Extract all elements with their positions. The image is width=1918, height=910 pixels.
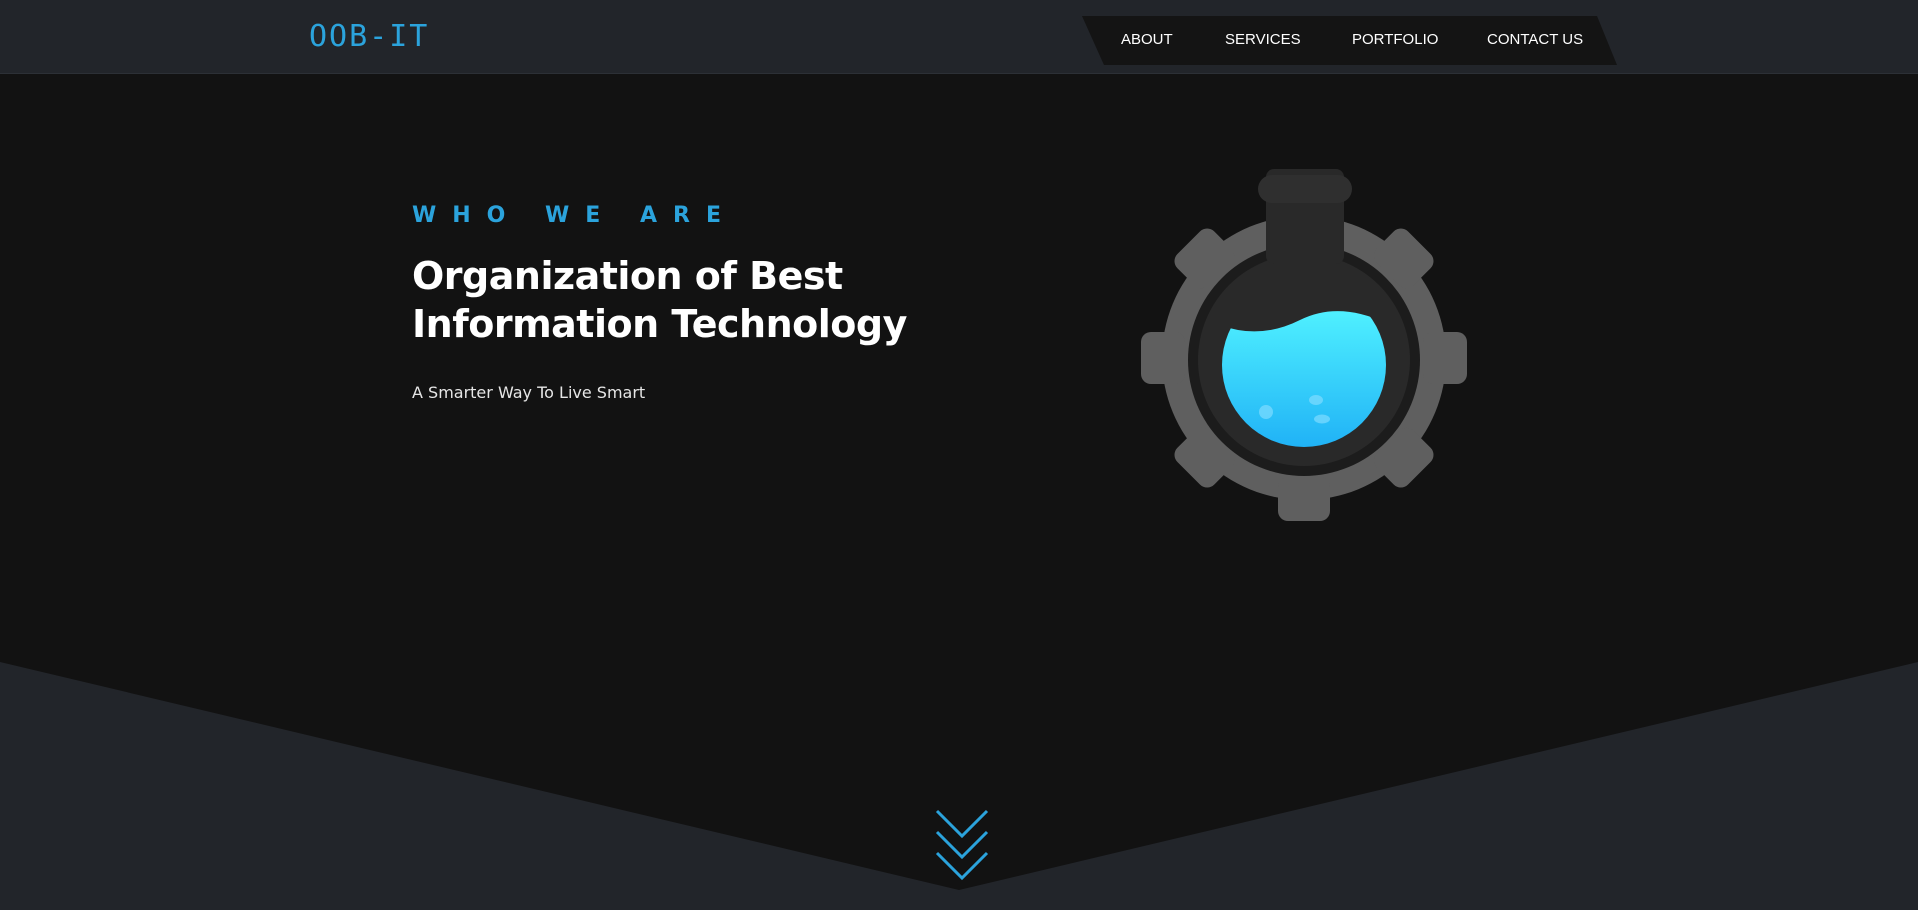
nav-contact-us[interactable]: CONTACT US <box>1487 31 1583 49</box>
lower-section-background <box>0 662 1918 910</box>
site-logo[interactable]: OOB-IT <box>309 20 429 54</box>
nav-portfolio[interactable]: PORTFOLIO <box>1352 31 1438 49</box>
hero-headline: Organization of Best Information Technol… <box>412 252 907 348</box>
site-header: OOB-IT ABOUT SERVICES PORTFOLIO CONTACT … <box>0 0 1918 74</box>
triple-chevron-down-icon <box>935 809 989 881</box>
scroll-down-button[interactable] <box>934 808 990 884</box>
hero-eyebrow: WHO WE ARE <box>412 203 737 228</box>
hero-headline-line-2: Information Technology <box>412 302 907 346</box>
hero-headline-line-1: Organization of Best <box>412 254 843 298</box>
landing-page: OOB-IT ABOUT SERVICES PORTFOLIO CONTACT … <box>0 0 1918 910</box>
nav-about[interactable]: ABOUT <box>1121 31 1173 49</box>
nav-services[interactable]: SERVICES <box>1225 31 1301 49</box>
main-nav: ABOUT SERVICES PORTFOLIO CONTACT US <box>1082 16 1617 65</box>
gear-flask-icon <box>1130 165 1480 535</box>
hero-tagline: A Smarter Way To Live Smart <box>412 383 646 402</box>
